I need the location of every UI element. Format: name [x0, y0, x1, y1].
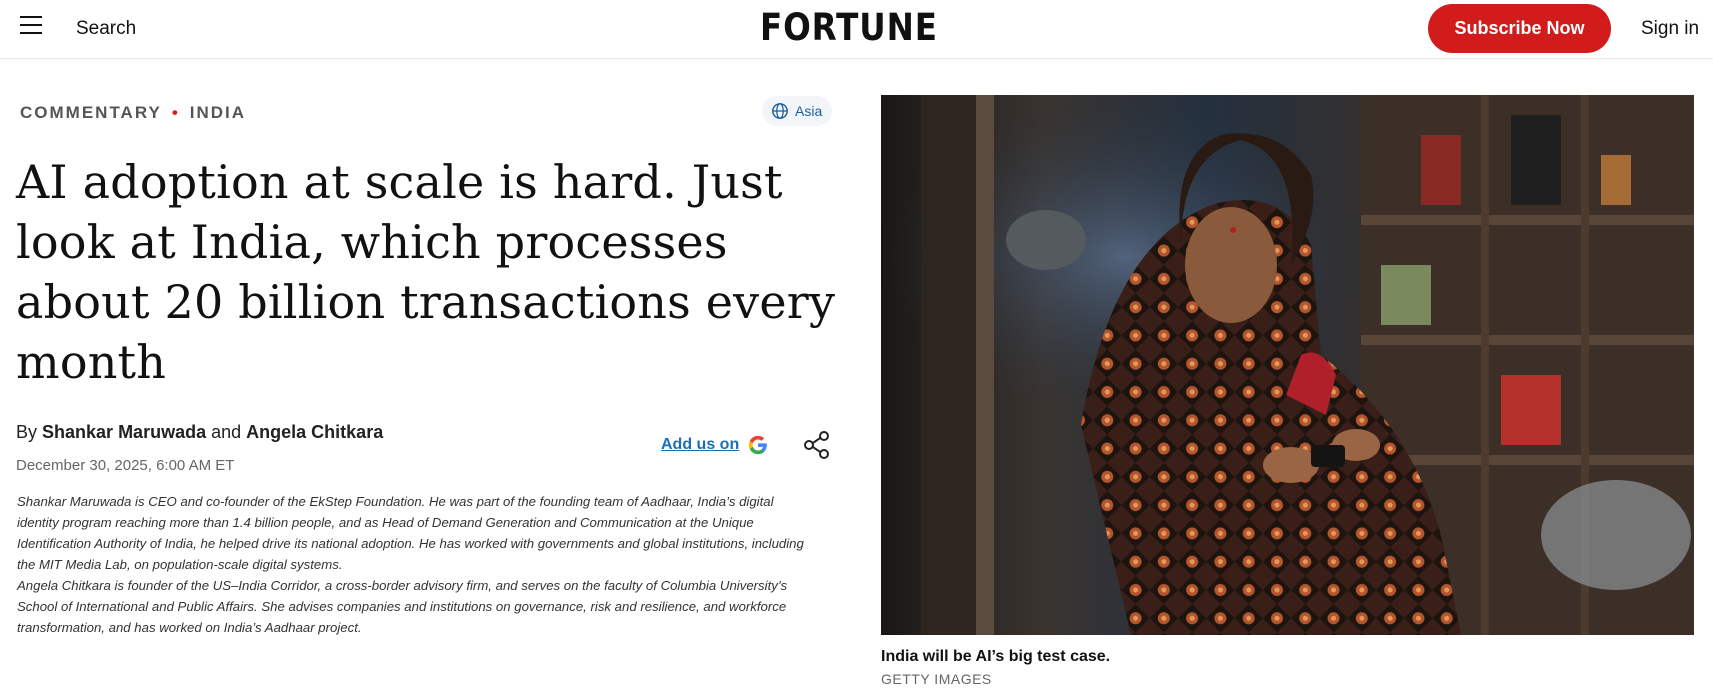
section-link-commentary[interactable]: COMMENTARY	[20, 103, 162, 122]
byline: By Shankar Maruwada and Angela Chitkara	[16, 422, 383, 443]
fortune-logo[interactable]: FORTUNE	[760, 6, 937, 49]
author-link-2[interactable]: Angela Chitkara	[246, 422, 383, 442]
image-credit: GETTY IMAGES	[881, 671, 992, 687]
author-bio: Shankar Maruwada is CEO and co-founder o…	[17, 491, 817, 638]
sign-in-link[interactable]: Sign in	[1641, 18, 1699, 40]
hero-photo-illustration	[881, 95, 1694, 635]
region-tag[interactable]: Asia	[762, 96, 833, 126]
separator-dot: •	[171, 103, 180, 122]
byline-prefix: By	[16, 422, 38, 442]
publish-date: December 30, 2025, 6:00 AM ET	[16, 457, 235, 474]
image-caption: India will be AI’s big test case.	[881, 648, 1111, 665]
globe-icon	[772, 103, 788, 119]
add-us-on-google-link[interactable]: Add us on	[661, 434, 769, 456]
add-us-label: Add us on	[661, 436, 740, 453]
hamburger-menu-icon[interactable]	[20, 16, 42, 36]
site-header: Search FORTUNE Subscribe Now Sign in	[0, 0, 1713, 59]
byline-conjunction: and	[211, 422, 242, 442]
share-icon[interactable]	[803, 430, 831, 460]
section-breadcrumb: COMMENTARY • INDIA	[20, 103, 246, 123]
subscribe-button[interactable]: Subscribe Now	[1428, 4, 1611, 53]
author-bio-1: Shankar Maruwada is CEO and co-founder o…	[17, 494, 804, 572]
section-link-india[interactable]: INDIA	[190, 103, 246, 122]
search-link[interactable]: Search	[76, 18, 136, 40]
author-link-1[interactable]: Shankar Maruwada	[42, 422, 206, 442]
article-headline: AI adoption at scale is hard. Just look …	[16, 155, 836, 389]
google-g-icon	[749, 435, 768, 455]
author-bio-2: Angela Chitkara is founder of the US–Ind…	[17, 578, 788, 635]
hero-image	[881, 95, 1694, 635]
region-tag-label: Asia	[795, 103, 823, 119]
